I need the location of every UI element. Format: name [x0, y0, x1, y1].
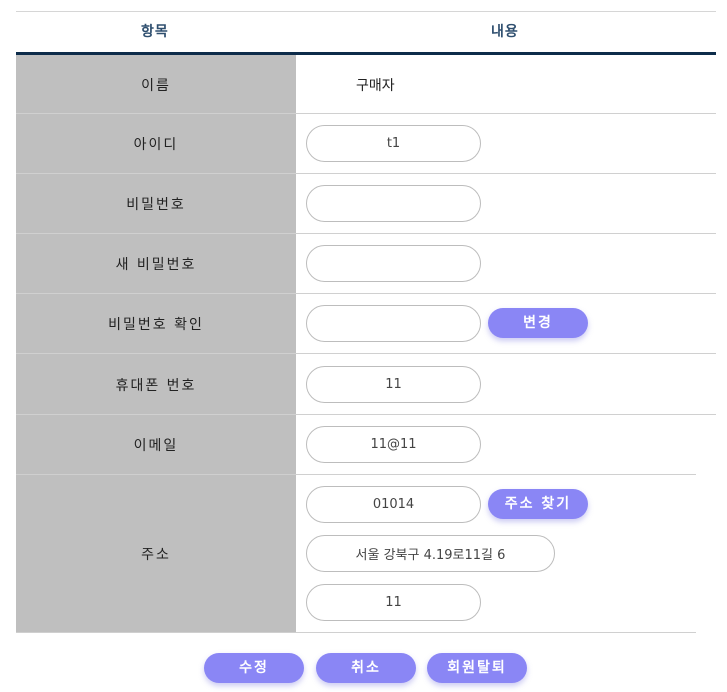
change-password-button[interactable]: 변경	[488, 308, 588, 338]
table-header: 항목 내용	[16, 12, 716, 52]
new-password-field[interactable]	[306, 245, 481, 282]
label-email: 이메일	[16, 415, 296, 475]
address-search-button[interactable]: 주소 찾기	[488, 489, 588, 519]
label-address: 주소	[16, 475, 296, 633]
label-confirm-password: 비밀번호 확인	[16, 294, 296, 354]
email-field[interactable]	[306, 426, 481, 463]
header-item: 항목	[141, 24, 169, 40]
header-content: 내용	[491, 24, 519, 40]
postcode-field[interactable]	[306, 486, 481, 523]
modify-button[interactable]: 수정	[204, 653, 304, 683]
confirm-password-field[interactable]	[306, 305, 481, 342]
label-user-id: 아이디	[16, 114, 296, 174]
label-new-password: 새 비밀번호	[16, 234, 296, 294]
label-name: 이름	[16, 55, 296, 114]
row-divider	[16, 632, 296, 633]
label-password: 비밀번호	[16, 174, 296, 234]
row-divider	[296, 632, 696, 633]
withdraw-button[interactable]: 회원탈퇴	[427, 653, 527, 683]
password-field[interactable]	[306, 185, 481, 222]
address-detail-field[interactable]	[306, 584, 481, 621]
cancel-button[interactable]: 취소	[316, 653, 416, 683]
name-value: 구매자	[356, 78, 395, 94]
road-address-field[interactable]	[306, 535, 555, 572]
label-phone: 휴대폰 번호	[16, 354, 296, 415]
phone-field[interactable]	[306, 366, 481, 403]
user-id-field[interactable]	[306, 125, 481, 162]
